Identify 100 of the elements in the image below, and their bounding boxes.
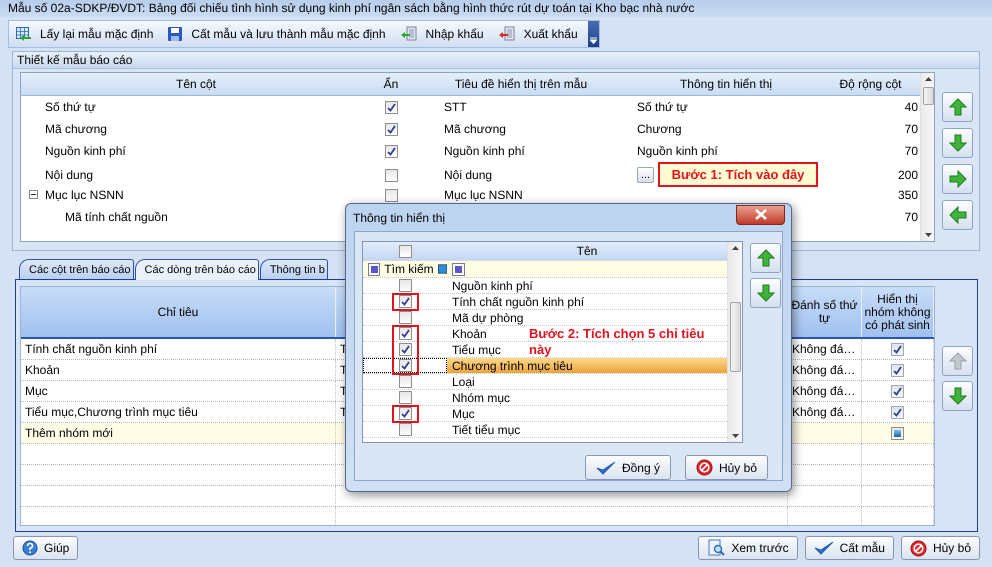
- list-item[interactable]: Mã dự phòng: [452, 310, 524, 324]
- checkbox[interactable]: [891, 342, 904, 356]
- move-left-button[interactable]: [942, 200, 973, 230]
- preview-button[interactable]: Xem trước: [698, 536, 798, 560]
- table-cell: 70: [904, 144, 918, 158]
- table-cell: Số thứ tự: [45, 100, 96, 114]
- help-button[interactable]: Giúp: [13, 536, 78, 560]
- arrow-down-icon: [756, 284, 774, 302]
- cancel-button[interactable]: Hủy bỏ: [684, 455, 768, 480]
- close-button[interactable]: [736, 204, 785, 224]
- list-item[interactable]: Loại: [452, 374, 475, 388]
- toolbar-button[interactable]: Cất mẫu và lưu thành mẫu mặc định: [163, 23, 392, 45]
- checkbox[interactable]: [384, 189, 398, 202]
- column-header[interactable]: Hiển thị nhóm không có phát sinh: [864, 292, 931, 332]
- list-item[interactable]: Tiết tiểu mục: [452, 422, 520, 436]
- checkbox[interactable]: [398, 279, 412, 292]
- table-cell: Tính chất nguồn kinh phí: [25, 342, 158, 356]
- scrollbar[interactable]: [920, 73, 934, 241]
- move-up-button[interactable]: [942, 92, 973, 122]
- move-down-button[interactable]: [750, 278, 781, 308]
- checkbox[interactable]: [384, 101, 398, 114]
- checkbox[interactable]: [398, 391, 412, 404]
- checkbox[interactable]: [891, 384, 904, 398]
- table-cell: Mã chương: [45, 122, 107, 136]
- table-cell: Thêm nhóm mới: [25, 426, 113, 440]
- checkbox[interactable]: [891, 406, 904, 418]
- tab[interactable]: Các cột trên báo cáo: [19, 259, 134, 279]
- checkbox[interactable]: [398, 244, 412, 258]
- column-header[interactable]: Thông tin hiển thị: [631, 77, 821, 91]
- tab[interactable]: Thông tin b: [260, 259, 328, 279]
- checkbox[interactable]: [398, 375, 412, 388]
- tab[interactable]: Các dòng trên báo cáo: [134, 259, 259, 280]
- confirm-button[interactable]: Đồng ý: [584, 455, 671, 480]
- list-item[interactable]: Tiểu mục: [452, 342, 501, 356]
- scroll-thumb[interactable]: [730, 302, 741, 372]
- checkbox[interactable]: [398, 343, 412, 356]
- checkbox[interactable]: [891, 426, 904, 440]
- checkmark-icon: [596, 460, 616, 476]
- move-up-button[interactable]: [750, 243, 781, 273]
- arrow-down-icon: [948, 134, 966, 152]
- filter-checkbox[interactable]: [368, 262, 380, 276]
- ellipsis-button[interactable]: ...: [637, 166, 654, 182]
- arrow-right-icon: [948, 170, 966, 188]
- checkbox[interactable]: [384, 145, 398, 158]
- grid-arrow-icon: [15, 26, 32, 42]
- window-title: Mẫu số 02a-SDKP/ĐVDT: Bảng đối chiếu tình hình sử dụng kinh phí ngân sách bằng hình thức rút dự toán tại Kho bạc nhà nước: [8, 1, 694, 15]
- list-item[interactable]: Tính chất nguồn kinh phí: [452, 294, 584, 308]
- overflow-button[interactable]: [588, 21, 599, 47]
- document-arrow-icon: [400, 26, 418, 42]
- table-cell: 70: [904, 122, 918, 136]
- panel-title: Thiết kế mẫu báo cáo: [17, 53, 132, 67]
- checkbox[interactable]: [384, 168, 398, 182]
- scrollbar[interactable]: [727, 242, 742, 442]
- table-cell: Nguồn kinh phí: [444, 144, 525, 158]
- checkbox[interactable]: [398, 407, 412, 420]
- column-header[interactable]: Độ rộng cột: [821, 77, 920, 91]
- help-icon: [22, 540, 38, 556]
- arrow-up-icon: [948, 352, 966, 370]
- checkbox[interactable]: [891, 364, 904, 376]
- column-header[interactable]: Ẩn: [371, 77, 411, 91]
- toolbar-button[interactable]: Nhập khẩu: [396, 23, 490, 45]
- checkbox[interactable]: [398, 295, 412, 308]
- close-icon: [754, 209, 768, 220]
- column-header[interactable]: Tên: [576, 244, 598, 258]
- toolbar-button[interactable]: Lấy lại mẫu mặc định: [11, 23, 160, 45]
- table-cell: Không đá…: [792, 342, 856, 356]
- checkbox[interactable]: [398, 327, 412, 340]
- column-header[interactable]: Đánh số thứ tự: [790, 299, 859, 325]
- table-cell: Mã chương: [444, 122, 506, 136]
- confirm-button[interactable]: Cất mẫu: [804, 536, 894, 560]
- cancel-icon: [910, 540, 927, 556]
- table-cell: 350: [898, 188, 918, 202]
- scroll-thumb[interactable]: [923, 87, 934, 105]
- checkbox[interactable]: [398, 359, 412, 372]
- step-callout: Bước 1: Tích vào đây: [658, 162, 818, 187]
- table-cell: 40: [904, 100, 918, 114]
- list-item[interactable]: Khoản: [452, 326, 487, 340]
- column-header[interactable]: Tên cột: [21, 77, 371, 91]
- list-item[interactable]: Mục: [452, 406, 475, 420]
- table-cell: Tiểu mục,Chương trình mục tiêu: [25, 405, 198, 419]
- table-cell: Mục lục NSNN: [444, 188, 523, 202]
- column-header[interactable]: Tiêu đề hiển thị trên mẫu: [411, 77, 631, 91]
- list-item[interactable]: Nguồn kinh phí: [452, 278, 533, 292]
- column-header[interactable]: Chỉ tiêu: [158, 306, 198, 318]
- checkbox[interactable]: [398, 311, 412, 324]
- list-item[interactable]: Nhóm mục: [452, 390, 510, 404]
- filter-checkbox[interactable]: [452, 262, 465, 276]
- table-cell: Nguồn kinh phí: [45, 144, 126, 158]
- table-cell: Mã tính chất nguồn: [65, 210, 168, 224]
- collapse-icon[interactable]: [29, 190, 38, 199]
- toolbar-button[interactable]: Xuất khẩu: [494, 23, 584, 45]
- move-down-button[interactable]: [942, 381, 973, 411]
- checkbox[interactable]: [384, 123, 398, 136]
- table-cell: Không đá…: [792, 405, 856, 419]
- document-magnifier-icon: [707, 539, 726, 557]
- checkbox[interactable]: [398, 423, 412, 436]
- move-down-button[interactable]: [942, 128, 973, 158]
- move-right-button[interactable]: [942, 164, 973, 194]
- cancel-button[interactable]: Hủy bỏ: [900, 536, 980, 560]
- list-item[interactable]: Chương trình mục tiêu: [452, 358, 573, 372]
